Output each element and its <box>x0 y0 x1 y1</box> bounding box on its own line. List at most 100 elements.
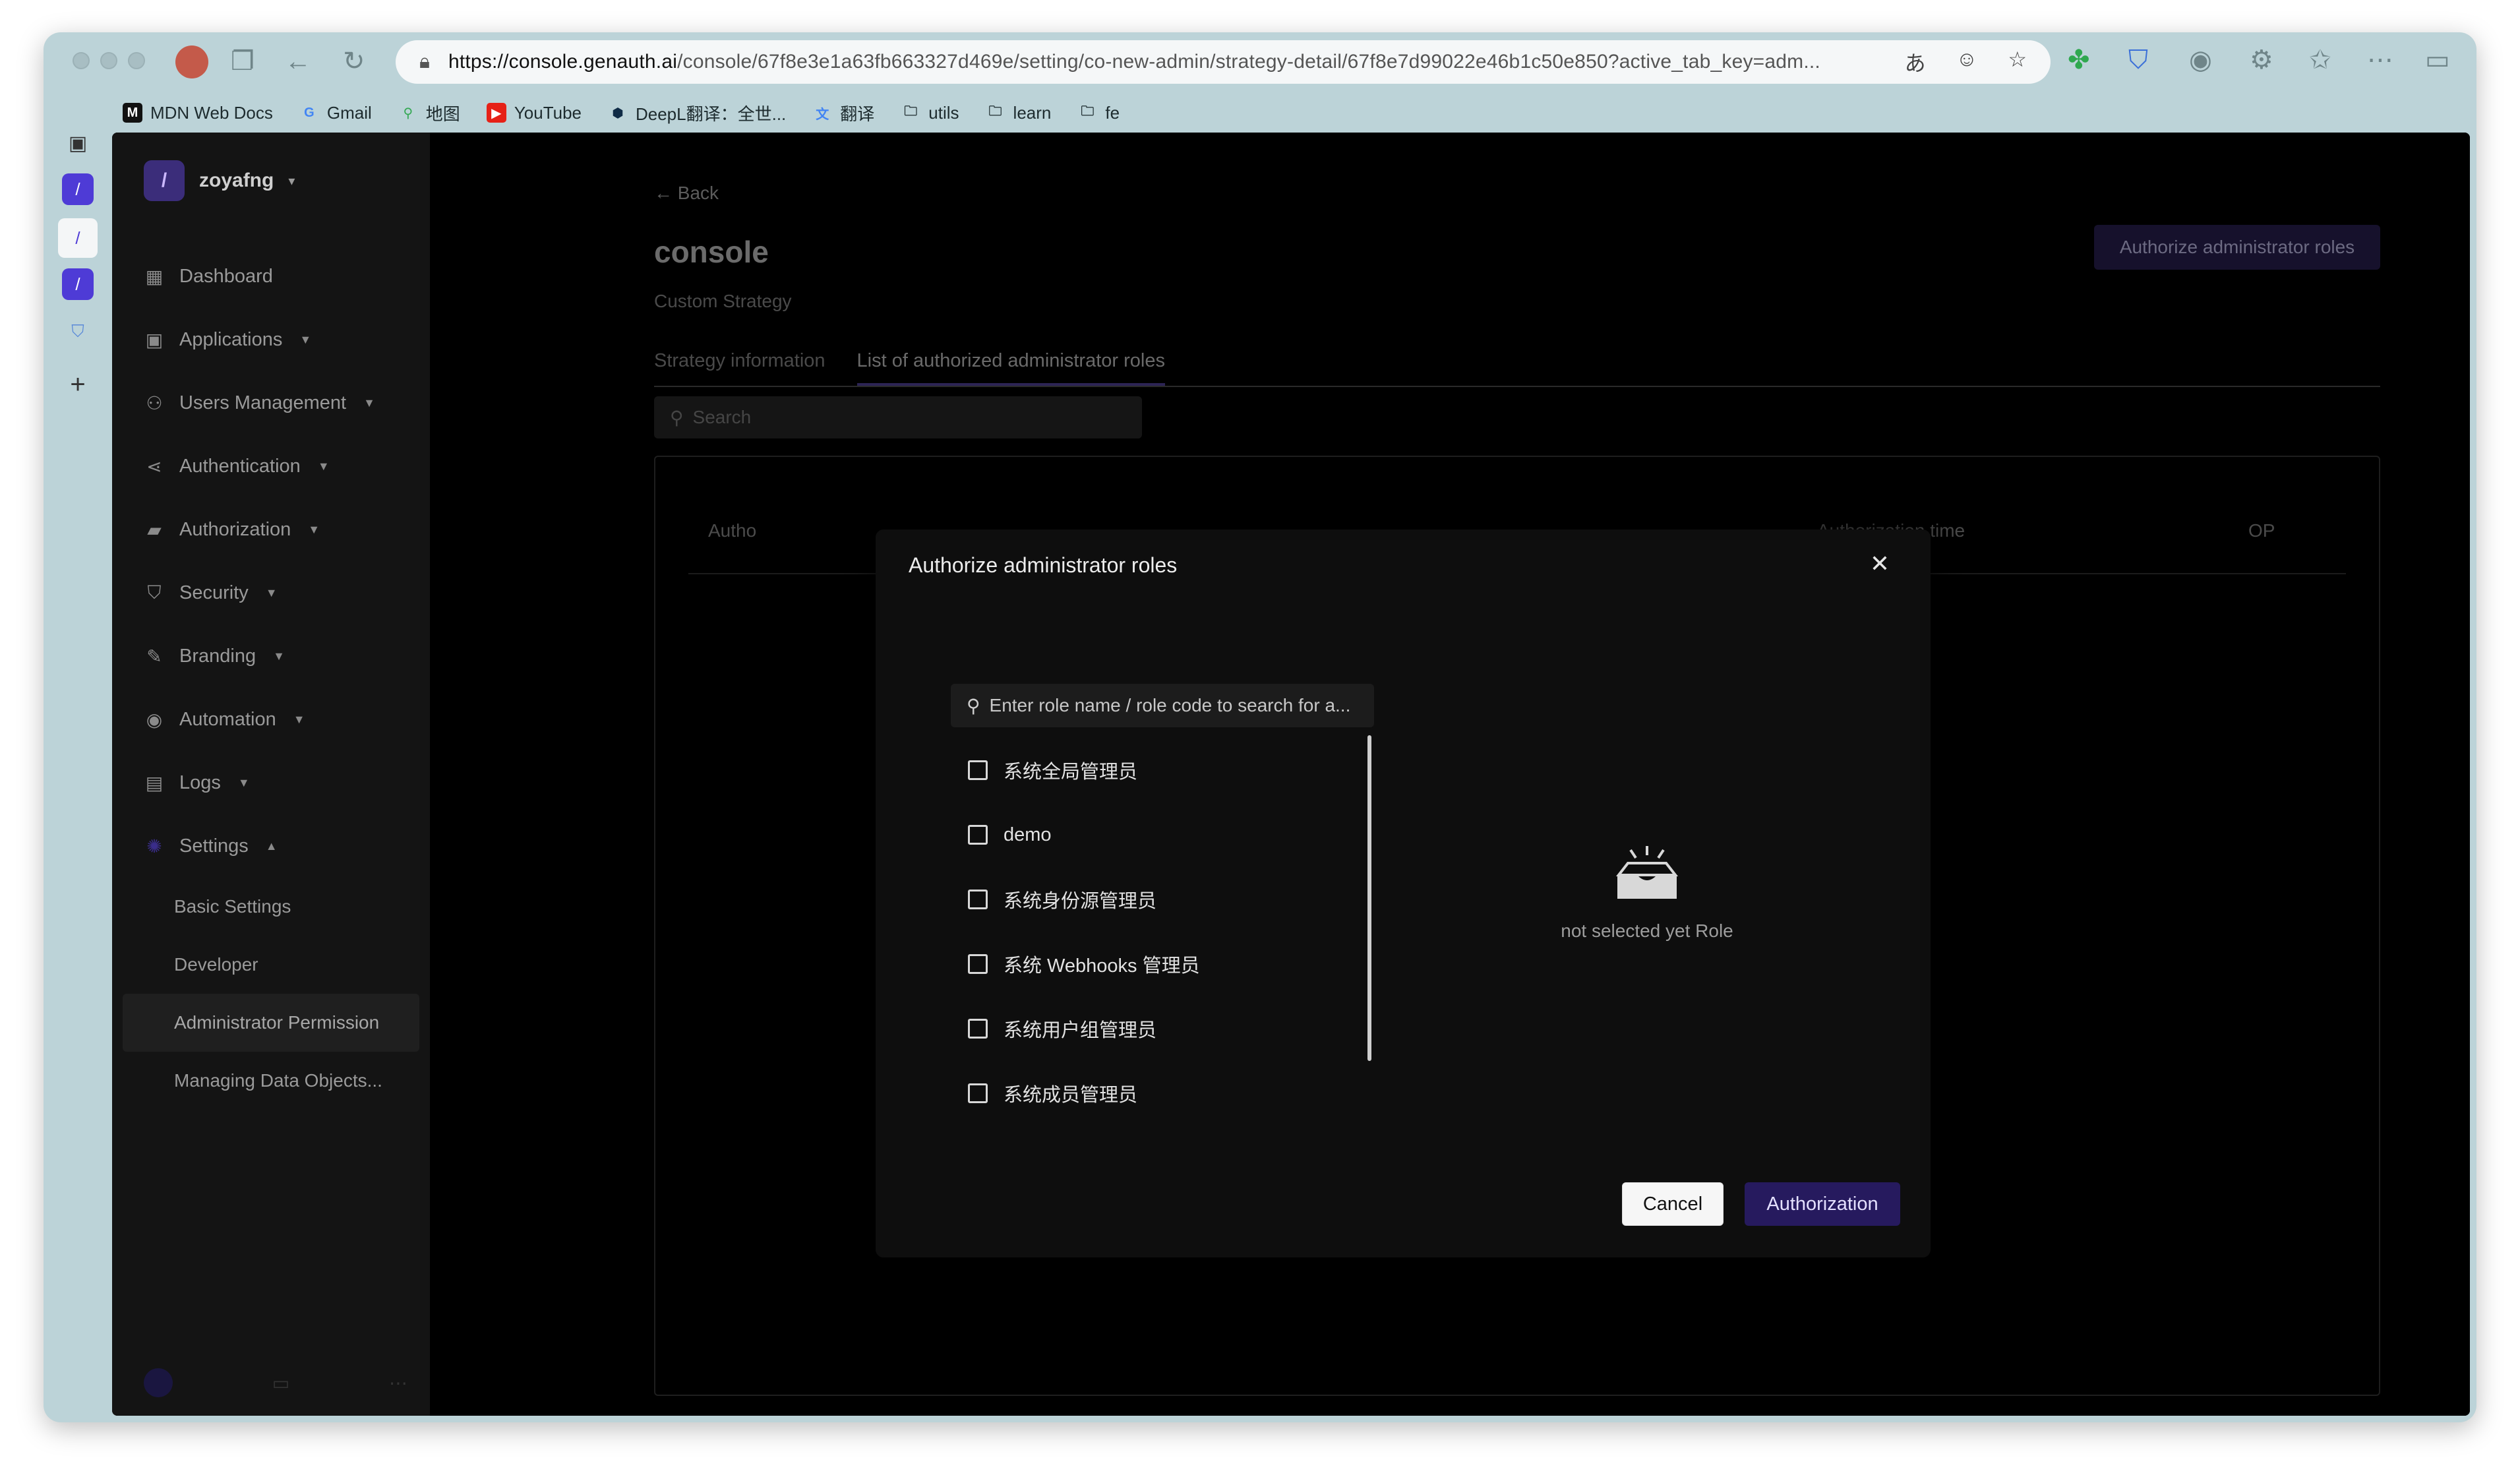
bookmark-folder-learn[interactable]: 🗀︎ learn <box>986 103 1052 123</box>
caret-down-icon: ▼ <box>237 775 250 789</box>
role-list-scrollbar[interactable] <box>1367 735 1371 1061</box>
role-item[interactable]: 系统 Webhooks 管理员 <box>968 932 1377 996</box>
role-checkbox[interactable] <box>968 825 988 845</box>
tab-strategy-information[interactable]: Strategy information <box>654 341 825 386</box>
user-avatar-icon[interactable] <box>144 1368 173 1397</box>
sidebar-subitem-basic-settings[interactable]: Basic Settings <box>123 878 419 936</box>
caret-down-icon: ▼ <box>308 522 320 536</box>
browser-window: ❐ ← ↻ 🔒︎ https://console.genauth.ai/cons… <box>44 32 2476 1422</box>
role-item[interactable]: 系统用户组管理员 <box>968 996 1377 1061</box>
extensions-icon[interactable]: ⚙ <box>2250 47 2273 73</box>
settings-icon: ✺ <box>146 835 162 857</box>
role-search-input[interactable]: ⚲ Enter role name / role code to search … <box>951 684 1374 727</box>
bookmark-youtube[interactable]: ▶ YouTube <box>486 103 582 123</box>
url-text[interactable]: https://console.genauth.ai/console/67f8e… <box>448 51 1885 73</box>
back-arrow-icon[interactable]: ← <box>285 48 311 75</box>
role-checkbox[interactable] <box>968 1083 988 1103</box>
dashboard-icon: ▦ <box>145 266 164 287</box>
bookmark-folder-fe[interactable]: 🗀︎ fe <box>1077 103 1120 123</box>
tab-authorized-roles[interactable]: List of authorized administrator roles <box>856 341 1165 386</box>
sidebar-item-settings[interactable]: ✺ Settings ▲ <box>144 814 421 878</box>
app-viewport: / zoyafng ▾ ▦ Dashboard ▣ Applications ▼… <box>112 133 2470 1416</box>
sidebar-item-users-management[interactable]: ⚇ Users Management ▼ <box>144 371 421 435</box>
bookmark-maps[interactable]: ⚲ 地图 <box>398 101 460 125</box>
role-item[interactable]: 系统身份源管理员 <box>968 867 1377 932</box>
tab-actions-icon[interactable]: ▣ <box>62 127 94 159</box>
sidebar-item-dashboard[interactable]: ▦ Dashboard <box>144 245 421 308</box>
authorization-button[interactable]: Authorization <box>1745 1182 1900 1226</box>
minimize-window-button[interactable] <box>100 52 117 69</box>
new-tab-plus-icon[interactable]: + <box>62 369 94 400</box>
tab-overview-icon[interactable]: ❐ <box>231 48 255 75</box>
sidebar-nav: ▦ Dashboard ▣ Applications ▼ ⚇ Users Man… <box>123 245 421 1110</box>
bookmark-folder-utils[interactable]: 🗀︎ utils <box>901 103 959 123</box>
translate-page-icon[interactable]: あ <box>1905 47 1926 77</box>
role-item[interactable]: 系统成员管理员 <box>968 1061 1377 1126</box>
share-icon: ⋖ <box>146 456 162 477</box>
sidebar-subitem-administrator-permission[interactable]: Administrator Permission <box>123 994 419 1052</box>
sidebar-item-automation[interactable]: ◉ Automation ▼ <box>144 688 421 751</box>
reload-icon[interactable]: ↻ <box>343 48 365 75</box>
sidebar: / zoyafng ▾ ▦ Dashboard ▣ Applications ▼… <box>112 133 430 1416</box>
vertical-tab-genauth-3[interactable]: / <box>62 268 94 300</box>
cancel-button[interactable]: Cancel <box>1622 1182 1724 1226</box>
profile-avatar-icon[interactable] <box>175 45 208 78</box>
page-title: console <box>654 235 769 269</box>
favorite-star-icon[interactable]: ☆ <box>2008 47 2027 77</box>
search-icon: ⚲ <box>967 695 980 716</box>
folder-icon: 🗀︎ <box>1081 104 1095 119</box>
role-checkbox[interactable] <box>968 1019 988 1039</box>
maximize-window-button[interactable] <box>128 52 145 69</box>
role-checkbox[interactable] <box>968 760 988 780</box>
vertical-tab-genauth-1[interactable]: / <box>62 173 94 205</box>
sidebar-toggle-icon[interactable]: ▭ <box>2425 47 2450 73</box>
page-subtitle: Custom Strategy <box>654 291 792 311</box>
org-switcher[interactable]: / zoyafng ▾ <box>144 160 295 201</box>
vertical-tab-genauth-active[interactable]: / <box>58 218 98 258</box>
deepl-icon: ⬢ <box>612 106 624 121</box>
sidebar-item-authorization[interactable]: ▰ Authorization ▼ <box>144 498 421 561</box>
role-checkbox[interactable] <box>968 890 988 909</box>
role-item[interactable]: demo <box>968 802 1377 867</box>
applications-icon: ▣ <box>145 329 164 350</box>
sidebar-item-authentication[interactable]: ⋖ Authentication ▼ <box>144 435 421 498</box>
authorize-roles-button[interactable]: Authorize administrator roles <box>2094 225 2380 270</box>
org-logo: / <box>144 160 185 201</box>
table-header-op: OP <box>2248 520 2275 541</box>
sidebar-item-applications[interactable]: ▣ Applications ▼ <box>144 308 421 371</box>
bookmark-gmail[interactable]: G Gmail <box>299 103 372 123</box>
vertical-tab-shield-icon[interactable]: ⛉ <box>62 316 94 348</box>
caret-down-icon: ▼ <box>265 586 278 599</box>
org-name: zoyafng <box>199 169 274 191</box>
chevron-down-icon: ▾ <box>288 173 295 189</box>
bookmark-translate[interactable]: 文翻译 <box>812 101 874 125</box>
back-link[interactable]: ← Back <box>654 183 719 204</box>
automation-icon: ◉ <box>146 709 163 730</box>
search-icon: ⚲ <box>670 407 684 428</box>
bookmark-deepl[interactable]: ⬢ DeepL翻译：全世... <box>608 101 786 125</box>
sidebar-subitem-developer[interactable]: Developer <box>123 936 419 994</box>
reader-icon[interactable]: ☺ <box>1956 47 1978 77</box>
sidebar-item-security[interactable]: ⛉ Security ▼ <box>144 561 421 624</box>
extension-circle-icon[interactable]: ◉ <box>2189 47 2212 73</box>
sidebar-subitem-managing-data-objects[interactable]: Managing Data Objects... <box>123 1052 419 1110</box>
translate-icon: 文 <box>816 107 829 122</box>
extension-shield-icon[interactable]: ⛉ <box>2128 47 2148 73</box>
more-options-icon[interactable]: ⋯ <box>389 1372 407 1394</box>
address-bar[interactable]: 🔒︎ https://console.genauth.ai/console/67… <box>396 40 2051 84</box>
tabs: Strategy information List of authorized … <box>654 341 2380 387</box>
bookmark-mdn[interactable]: M MDN Web Docs <box>123 103 273 123</box>
google-icon: G <box>304 105 315 120</box>
roles-search-input[interactable]: ⚲ Search <box>654 396 1142 438</box>
caret-down-icon: ▼ <box>363 396 375 409</box>
role-checkbox[interactable] <box>968 954 988 974</box>
more-menu-icon[interactable]: ⋯ <box>2367 47 2393 73</box>
close-icon[interactable]: ✕ <box>1870 552 1890 576</box>
close-window-button[interactable] <box>73 52 90 69</box>
sidebar-item-branding[interactable]: ✎ Branding ▼ <box>144 624 421 688</box>
sidebar-item-logs[interactable]: ▤ Logs ▼ <box>144 751 421 814</box>
collapse-sidebar-icon[interactable]: ▭ <box>272 1372 289 1394</box>
extension-puzzle-icon[interactable]: ✤ <box>2068 47 2090 73</box>
role-item[interactable]: 系统全局管理员 <box>968 738 1377 802</box>
favorites-icon[interactable]: ✩ <box>2309 47 2331 73</box>
